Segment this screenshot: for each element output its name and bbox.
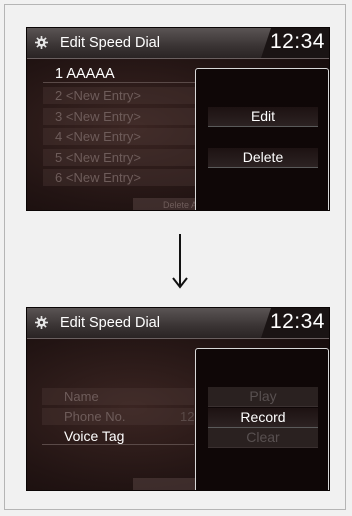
list-item-label: <New Entry>	[65, 109, 142, 124]
list-item-label: <New Entry>	[65, 129, 142, 144]
list-item-label: AAAAA	[66, 66, 115, 82]
page-title: Edit Speed Dial	[60, 35, 160, 51]
list-item-number: 3	[55, 109, 63, 124]
list-item-2[interactable]: 2 <New Entry>	[43, 87, 195, 104]
phone-number-field[interactable]: Phone No. 12	[42, 408, 194, 425]
phone-number-value: 12	[180, 409, 194, 424]
list-item-5[interactable]: 5 <New Entry>	[43, 149, 195, 166]
edit-button[interactable]: Edit	[208, 107, 318, 127]
clock: 12:34	[269, 310, 325, 333]
list-item-6[interactable]: 6 <New Entry>	[43, 169, 195, 186]
clear-button[interactable]: Clear	[208, 428, 318, 448]
record-button[interactable]: Record	[208, 408, 318, 428]
voice-tag-field[interactable]: Voice Tag	[42, 428, 194, 445]
speed-dial-list-screen: Edit Speed Dial 12:34 1 AAAAA 2 <New Ent…	[26, 27, 330, 211]
clock-box: 12:34	[261, 308, 329, 338]
list-item-1[interactable]: 1 AAAAA	[43, 66, 195, 83]
title-bar: Edit Speed Dial 12:34	[27, 28, 329, 59]
clock-box: 12:34	[261, 28, 329, 58]
list-item-label: <New Entry>	[65, 170, 142, 185]
list-item-label: <New Entry>	[65, 88, 142, 103]
list-item-number: 2	[55, 88, 63, 103]
voice-tag-screen: Edit Speed Dial 12:34 Name Phone No. 12 …	[26, 307, 330, 491]
list-item-4[interactable]: 4 <New Entry>	[43, 128, 195, 145]
play-button[interactable]: Play	[208, 387, 318, 407]
clock: 12:34	[269, 30, 325, 53]
name-field[interactable]: Name	[42, 388, 194, 405]
title-bar: Edit Speed Dial 12:34	[27, 308, 329, 339]
list-item-label: <New Entry>	[65, 150, 142, 165]
options-popup: Edit Delete	[195, 68, 329, 210]
gear-icon	[35, 316, 48, 329]
gear-icon	[35, 36, 48, 49]
list-item-number: 5	[55, 150, 63, 165]
phone-number-label: Phone No.	[64, 409, 126, 424]
list-item-number: 1	[55, 66, 64, 82]
list-item-number: 4	[55, 129, 63, 144]
voice-tag-options-popup: Play Record Clear	[195, 348, 329, 490]
list-item-3[interactable]: 3 <New Entry>	[43, 108, 195, 125]
list-item-number: 6	[55, 170, 63, 185]
down-arrow-icon	[172, 234, 188, 289]
delete-button[interactable]: Delete	[208, 148, 318, 168]
page-title: Edit Speed Dial	[60, 315, 160, 331]
